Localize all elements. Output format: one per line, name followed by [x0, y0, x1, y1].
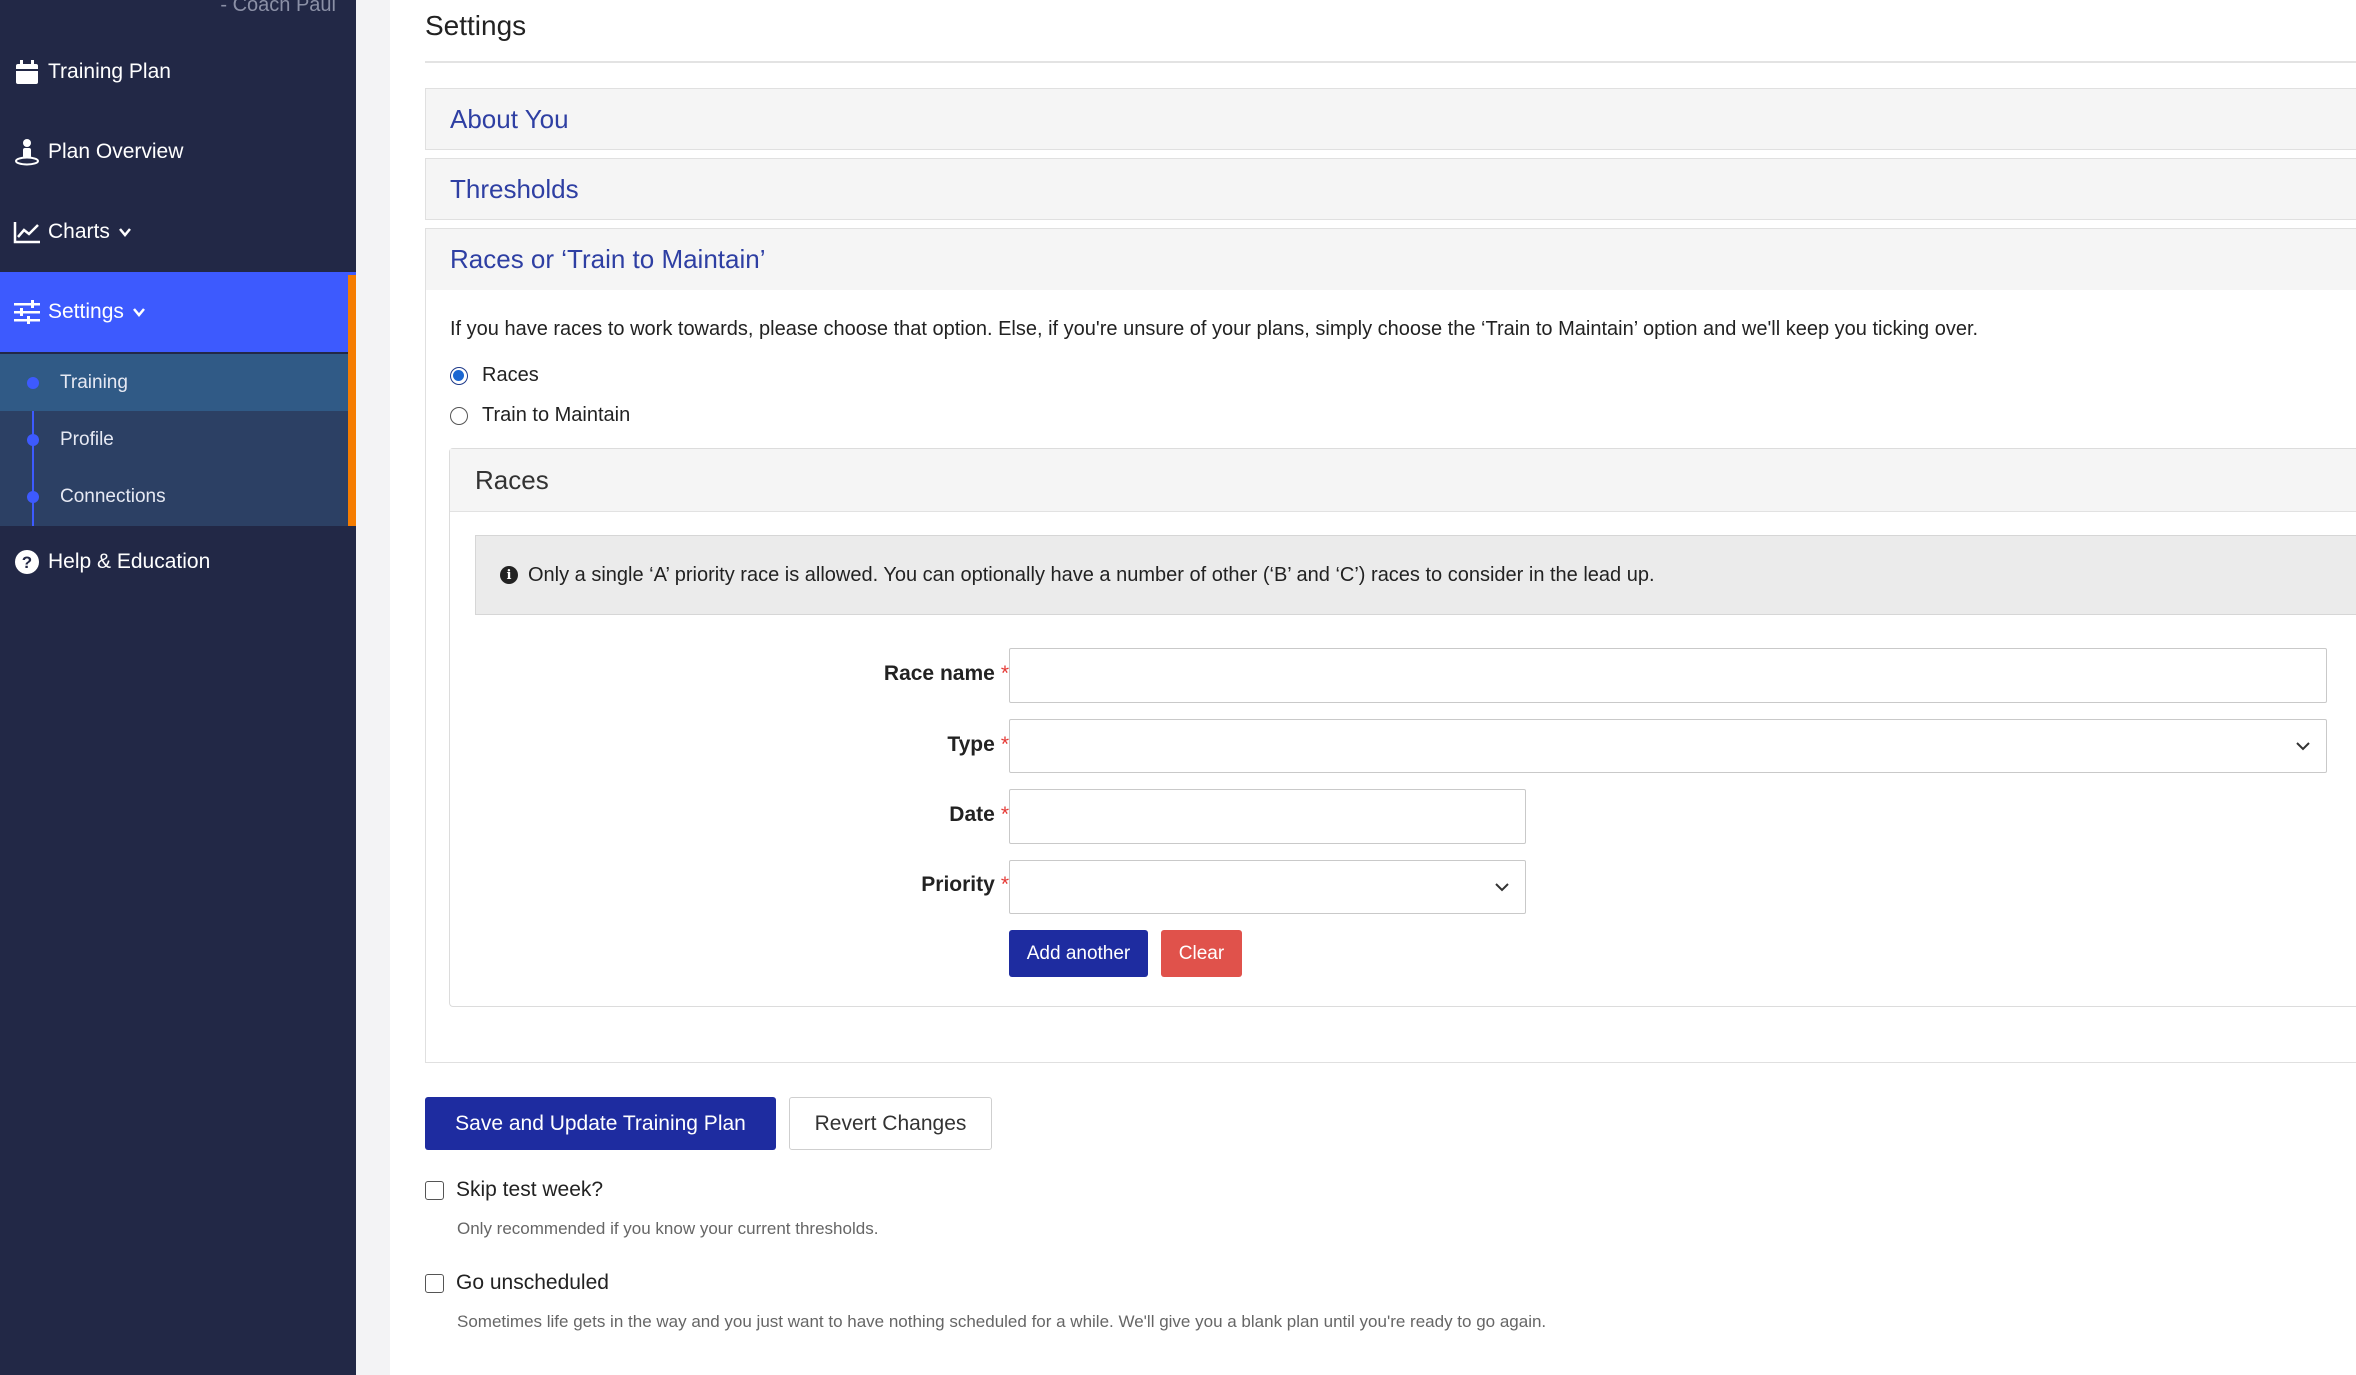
race-name-input[interactable]	[1009, 648, 2327, 703]
priority-label: Priority *	[921, 873, 1009, 896]
date-label: Date *	[949, 803, 1009, 826]
skip-test-week-label: Skip test week?	[456, 1178, 604, 1201]
sliders-icon	[12, 300, 42, 324]
sidebar-item-label: Training Plan	[48, 60, 171, 83]
go-unscheduled-checkbox[interactable]	[425, 1273, 444, 1293]
sidebar-item-help[interactable]: ? Help & Education	[0, 522, 356, 602]
bullet-icon	[27, 376, 39, 389]
form-labels: Race name * Type * Date * Priority *	[450, 449, 1009, 1008]
line-chart-icon	[12, 220, 42, 244]
race-name-label: Race name *	[883, 662, 1009, 685]
sidebar-subitem-label: Training	[60, 371, 128, 393]
date-input[interactable]	[1009, 789, 1526, 844]
skip-test-week-option[interactable]: Skip test week?	[425, 1178, 603, 1202]
panel-about-you[interactable]: About You	[425, 88, 2356, 150]
sidebar-subitem-label: Profile	[60, 428, 114, 450]
sidebar-item-label: Settings	[48, 300, 124, 323]
sidebar-item-plan-overview[interactable]: Plan Overview	[0, 112, 356, 192]
radio-maintain-label: Train to Maintain	[482, 404, 631, 426]
go-unscheduled-option[interactable]: Go unscheduled	[425, 1271, 609, 1295]
panel-thresholds[interactable]: Thresholds	[425, 158, 2356, 220]
panel-races-or-maintain[interactable]: Races or ‘Train to Maintain’	[425, 228, 2356, 291]
radio-train-to-maintain[interactable]	[450, 406, 468, 425]
type-select[interactable]	[1009, 719, 2327, 773]
go-unscheduled-help: Sometimes life gets in the way and you j…	[457, 1312, 1547, 1331]
content-gutter	[356, 0, 390, 1375]
chevron-down-icon	[132, 308, 145, 317]
question-circle-icon: ?	[12, 549, 42, 575]
chevron-down-icon	[118, 228, 131, 237]
skip-test-week-checkbox[interactable]	[425, 1180, 444, 1200]
skip-test-week-help: Only recommended if you know your curren…	[457, 1219, 879, 1238]
type-label: Type *	[947, 733, 1009, 756]
sidebar-item-label: Help & Education	[48, 550, 211, 573]
bullet-icon	[27, 433, 39, 446]
sidebar-subitem-label: Connections	[60, 485, 166, 507]
sidebar-item-label: Plan Overview	[48, 140, 184, 163]
radio-maintain-option[interactable]: Train to Maintain	[450, 404, 630, 427]
person-pin-icon	[12, 138, 42, 166]
sidebar-item-charts[interactable]: Charts	[0, 192, 356, 272]
sidebar-item-label: Charts	[48, 220, 110, 243]
active-section-accent	[348, 275, 356, 526]
page-title: Settings	[425, 10, 527, 41]
svg-text:?: ?	[22, 553, 32, 572]
races-intro-text: If you have races to work towards, pleas…	[450, 318, 1979, 340]
divider	[425, 61, 2356, 63]
sidebar-subitem-training[interactable]: Training	[0, 354, 348, 411]
calendar-icon	[12, 59, 42, 85]
sidebar-subitem-profile[interactable]: Profile	[0, 411, 348, 468]
bullet-icon	[27, 490, 39, 503]
sidebar: - Coach Paul Training Plan Plan Overview…	[0, 0, 356, 1375]
settings-submenu: Training Profile Connections	[0, 354, 348, 526]
save-update-plan-button[interactable]: Save and Update Training Plan	[425, 1097, 776, 1150]
sidebar-item-settings[interactable]: Settings	[0, 272, 356, 352]
clear-button[interactable]: Clear	[1161, 930, 1242, 977]
main-content: Settings About You Thresholds Races or ‘…	[390, 0, 2356, 1375]
sidebar-item-training-plan[interactable]: Training Plan	[0, 32, 356, 112]
chevron-down-icon	[1495, 883, 1509, 892]
coach-credit: - Coach Paul	[220, 0, 336, 16]
revert-changes-button[interactable]: Revert Changes	[789, 1097, 992, 1150]
priority-select[interactable]	[1009, 860, 1526, 914]
chevron-down-icon	[2296, 742, 2310, 751]
radio-races-option[interactable]: Races	[450, 364, 539, 387]
sidebar-subitem-connections[interactable]: Connections	[0, 468, 348, 525]
radio-races[interactable]	[450, 366, 468, 385]
radio-races-label: Races	[482, 364, 539, 386]
add-another-button[interactable]: Add another	[1009, 930, 1148, 977]
go-unscheduled-label: Go unscheduled	[456, 1271, 609, 1294]
